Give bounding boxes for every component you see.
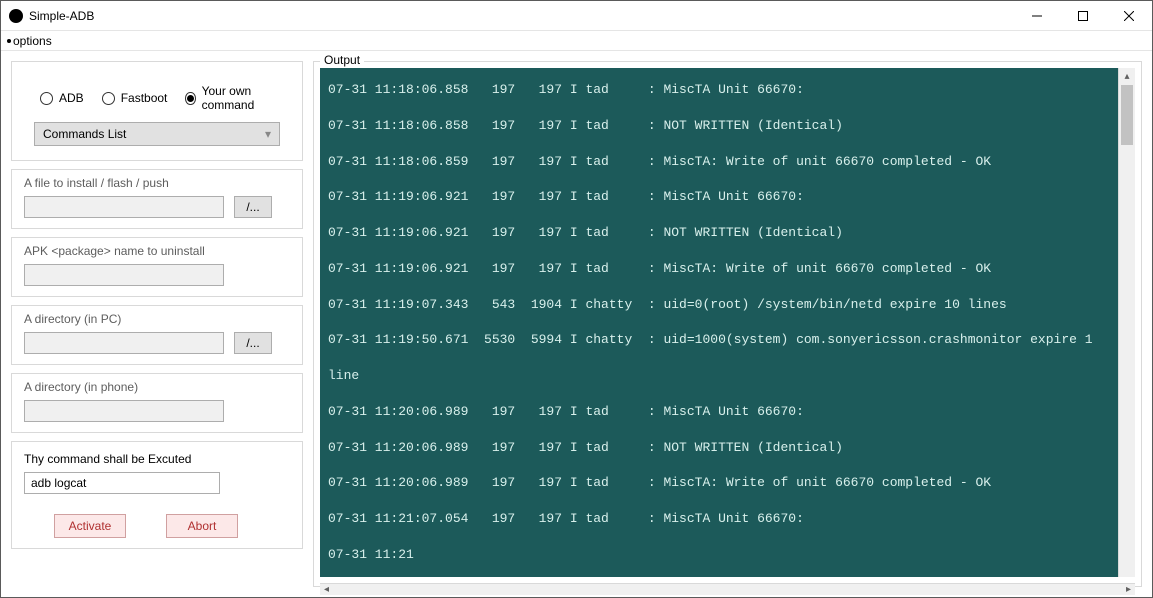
radio-fastboot[interactable]: Fastboot bbox=[102, 91, 168, 105]
horizontal-scrollbar[interactable]: ◂ ▸ bbox=[320, 583, 1135, 595]
close-button[interactable] bbox=[1106, 1, 1152, 31]
title-bar: Simple-ADB bbox=[1, 1, 1152, 31]
radio-adb[interactable]: ADB bbox=[40, 91, 84, 105]
apk-group: APK <package> name to uninstall bbox=[11, 237, 303, 297]
radio-fastboot-label: Fastboot bbox=[121, 91, 168, 105]
vertical-scrollbar[interactable]: ▴ bbox=[1118, 68, 1135, 577]
scroll-up-icon[interactable]: ▴ bbox=[1119, 68, 1135, 85]
output-label: Output bbox=[320, 53, 364, 67]
command-input[interactable]: adb logcat bbox=[24, 472, 220, 494]
output-panel: Output 07-31 11:18:06.858 197 197 I tad … bbox=[313, 61, 1142, 587]
command-group: Thy command shall be Excuted adb logcat … bbox=[11, 441, 303, 549]
menu-options[interactable]: options bbox=[13, 34, 52, 48]
commands-list-label: Commands List bbox=[43, 127, 126, 141]
dir-phone-label: A directory (in phone) bbox=[24, 380, 290, 394]
dir-pc-group: A directory (in PC) /... bbox=[11, 305, 303, 365]
file-group: A file to install / flash / push /... bbox=[11, 169, 303, 229]
radio-own-command[interactable]: Your own command bbox=[185, 84, 280, 112]
commands-list-select[interactable]: Commands List ▾ bbox=[34, 122, 280, 146]
scroll-right-icon[interactable]: ▸ bbox=[1126, 584, 1131, 595]
chevron-down-icon: ▾ bbox=[265, 127, 271, 141]
apk-label: APK <package> name to uninstall bbox=[24, 244, 290, 258]
file-browse-button[interactable]: /... bbox=[234, 196, 272, 218]
radio-adb-label: ADB bbox=[59, 91, 84, 105]
app-icon bbox=[9, 9, 23, 23]
dir-pc-label: A directory (in PC) bbox=[24, 312, 290, 326]
scroll-left-icon[interactable]: ◂ bbox=[324, 584, 329, 595]
dir-pc-browse-button[interactable]: /... bbox=[234, 332, 272, 354]
file-input[interactable] bbox=[24, 196, 224, 218]
minimize-button[interactable] bbox=[1014, 1, 1060, 31]
radio-own-label: Your own command bbox=[202, 84, 280, 112]
activate-button[interactable]: Activate bbox=[54, 514, 126, 538]
apk-input[interactable] bbox=[24, 264, 224, 286]
dir-phone-input[interactable] bbox=[24, 400, 224, 422]
scroll-thumb[interactable] bbox=[1121, 85, 1133, 145]
menu-bullet-icon bbox=[7, 39, 11, 43]
output-console[interactable]: 07-31 11:18:06.858 197 197 I tad : MiscT… bbox=[320, 68, 1118, 577]
dir-phone-group: A directory (in phone) bbox=[11, 373, 303, 433]
left-panel: ADB Fastboot Your own command Commands L… bbox=[11, 61, 303, 587]
abort-button[interactable]: Abort bbox=[166, 514, 238, 538]
command-title: Thy command shall be Excuted bbox=[24, 452, 290, 466]
window-title: Simple-ADB bbox=[29, 9, 94, 23]
file-label: A file to install / flash / push bbox=[24, 176, 290, 190]
menu-bar: options bbox=[1, 31, 1152, 51]
dir-pc-input[interactable] bbox=[24, 332, 224, 354]
maximize-button[interactable] bbox=[1060, 1, 1106, 31]
mode-panel: ADB Fastboot Your own command Commands L… bbox=[11, 61, 303, 161]
